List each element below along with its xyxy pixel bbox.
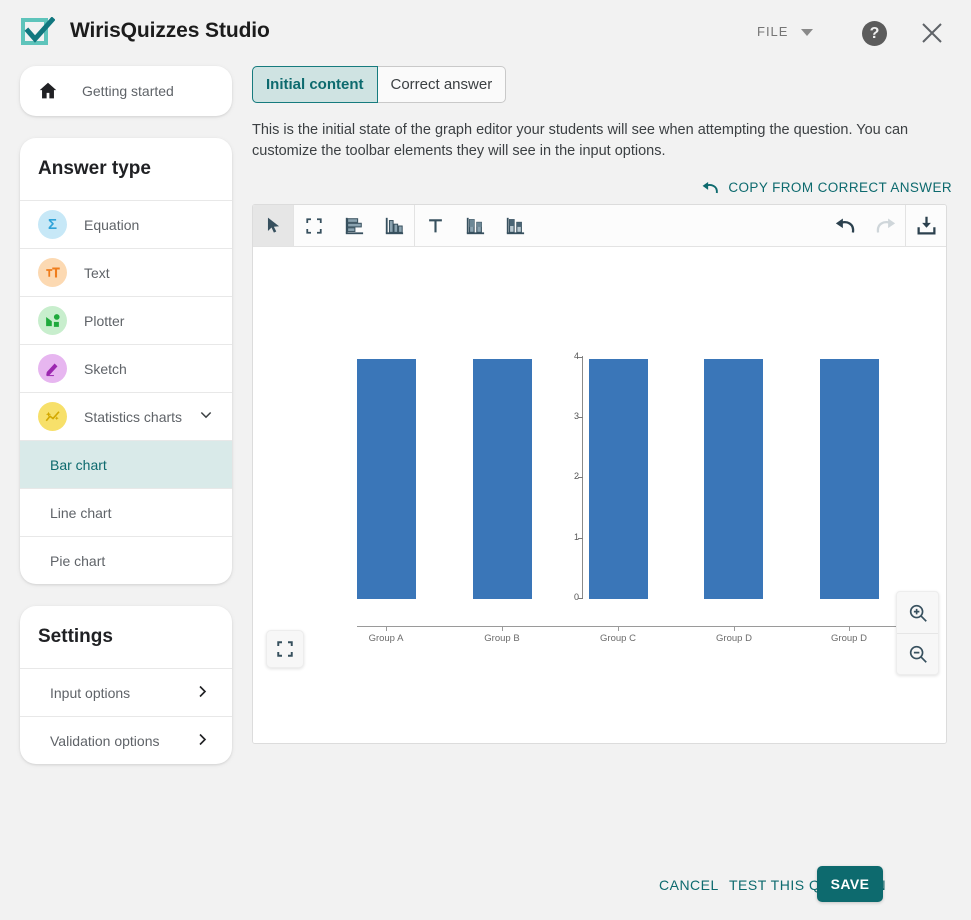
cancel-button[interactable]: CANCEL: [659, 877, 719, 893]
sidebar-item-label: Input options: [50, 684, 131, 701]
file-menu-button[interactable]: FILE: [757, 24, 788, 39]
y-tick-mark: [578, 598, 583, 599]
x-tick-mark: [618, 626, 619, 631]
sidebar-subitem-label: Pie chart: [50, 552, 106, 569]
sidebar-subitem-label: Bar chart: [50, 456, 107, 473]
sidebar: Getting started Answer type Σ Equation T…: [20, 66, 232, 764]
sidebar-item-text[interactable]: Text: [20, 248, 232, 296]
description-text: This is the initial state of the graph e…: [252, 122, 909, 159]
sidebar-item-label: Text: [84, 264, 110, 281]
settings-card: Settings Input options Validation option…: [20, 606, 232, 764]
chevron-right-icon: [195, 732, 210, 750]
copy-link-label: COPY FROM CORRECT ANSWER: [728, 180, 952, 195]
zoom-out-button[interactable]: [897, 633, 938, 674]
chart-bar[interactable]: [589, 359, 648, 599]
sidebar-item-input-options[interactable]: Input options: [20, 668, 232, 716]
sidebar-item-pie-chart[interactable]: Pie chart: [20, 536, 232, 584]
graph-editor: 4 3 2 1 0 Group A Group B Group C Group …: [252, 204, 947, 744]
y-tick-label: 1: [573, 532, 579, 542]
app-logo: [21, 16, 56, 50]
sidebar-item-equation[interactable]: Σ Equation: [20, 200, 232, 248]
y-tick-label: 3: [573, 411, 579, 421]
plotter-icon: [38, 306, 67, 335]
caret-down-icon[interactable]: [801, 29, 813, 36]
x-tick-mark: [849, 626, 850, 631]
tab-initial-content[interactable]: Initial content: [252, 66, 378, 103]
x-tick-label: Group D: [716, 633, 752, 644]
x-tick-label: Group C: [600, 633, 636, 644]
page-title: WirisQuizzes Studio: [70, 19, 270, 42]
horizontal-bar-chart-tool[interactable]: [334, 205, 374, 246]
main-content: Initial content Correct answer This is t…: [252, 66, 952, 744]
close-icon[interactable]: [918, 19, 946, 47]
help-circle-icon[interactable]: ?: [862, 21, 887, 46]
tab-correct-answer[interactable]: Correct answer: [377, 66, 507, 103]
stacked-bar-chart-tool[interactable]: [495, 205, 535, 246]
chevron-right-icon: [195, 684, 210, 702]
zoom-controls: [896, 591, 939, 675]
x-tick-mark: [386, 626, 387, 631]
sidebar-item-label: Plotter: [84, 312, 125, 329]
sidebar-subitem-label: Line chart: [50, 504, 112, 521]
settings-title: Settings: [38, 626, 113, 647]
text-tool[interactable]: [415, 205, 455, 246]
pencil-icon: [38, 354, 67, 383]
sidebar-item-label: Validation options: [50, 732, 160, 749]
sidebar-item-validation-options[interactable]: Validation options: [20, 716, 232, 764]
answer-type-title: Answer type: [38, 158, 151, 179]
grouped-bar-chart-tool[interactable]: [455, 205, 495, 246]
y-tick-mark: [578, 357, 583, 358]
undo-tool[interactable]: [825, 205, 865, 246]
fit-to-screen-button[interactable]: [266, 630, 304, 668]
zoom-in-button[interactable]: [897, 592, 938, 633]
sidebar-item-label: Sketch: [84, 360, 127, 377]
sidebar-item-label: Equation: [84, 216, 140, 233]
x-tick-mark: [502, 626, 503, 631]
chart-bar[interactable]: [704, 359, 763, 599]
getting-started-card: Getting started: [20, 66, 232, 116]
chart-x-axis: [357, 626, 901, 627]
sidebar-item-getting-started[interactable]: Getting started: [20, 66, 232, 116]
content-tabs: Initial content Correct answer: [252, 66, 952, 103]
redo-tool[interactable]: [865, 205, 905, 246]
x-tick-label: Group B: [484, 633, 520, 644]
app-header: WirisQuizzes Studio FILE ?: [0, 0, 971, 66]
answer-type-card: Answer type Σ Equation Text Plotter Sket…: [20, 138, 232, 584]
x-tick-mark: [734, 626, 735, 631]
y-tick-mark: [578, 538, 583, 539]
chart-canvas[interactable]: 4 3 2 1 0 Group A Group B Group C Group …: [253, 247, 946, 743]
editor-toolbar: [253, 205, 946, 247]
sidebar-item-bar-chart[interactable]: Bar chart: [20, 440, 232, 488]
chart-bar[interactable]: [357, 359, 416, 599]
home-icon: [39, 82, 57, 99]
text-format-icon: [38, 258, 67, 287]
chart-bar[interactable]: [820, 359, 879, 599]
x-tick-label: Group A: [368, 633, 404, 644]
sidebar-item-sketch[interactable]: Sketch: [20, 344, 232, 392]
copy-from-correct-answer-button[interactable]: COPY FROM CORRECT ANSWER: [701, 180, 952, 195]
chart-bar[interactable]: [473, 359, 532, 599]
y-tick-mark: [578, 477, 583, 478]
chevron-down-icon[interactable]: [198, 406, 214, 427]
download-tool[interactable]: [906, 205, 946, 246]
sidebar-item-statistics-charts[interactable]: Statistics charts: [20, 392, 232, 440]
y-tick-label: 0: [573, 592, 579, 602]
y-tick-label: 4: [573, 351, 579, 361]
sidebar-item-label: Statistics charts: [84, 408, 183, 425]
sidebar-item-line-chart[interactable]: Line chart: [20, 488, 232, 536]
undo-arrow-icon: [702, 181, 719, 194]
statistics-sparkle-icon: [38, 402, 67, 431]
sidebar-item-plotter[interactable]: Plotter: [20, 296, 232, 344]
y-tick-label: 2: [573, 471, 579, 481]
select-pointer-tool[interactable]: [253, 205, 293, 246]
fit-to-screen-tool[interactable]: [294, 205, 334, 246]
checkbox-check-icon: [21, 16, 56, 45]
sigma-icon: Σ: [38, 210, 67, 239]
y-tick-mark: [578, 417, 583, 418]
save-button[interactable]: SAVE: [817, 866, 883, 902]
sidebar-item-label: Getting started: [82, 83, 174, 99]
x-tick-label: Group D: [831, 633, 867, 644]
vertical-bar-chart-tool[interactable]: [374, 205, 414, 246]
